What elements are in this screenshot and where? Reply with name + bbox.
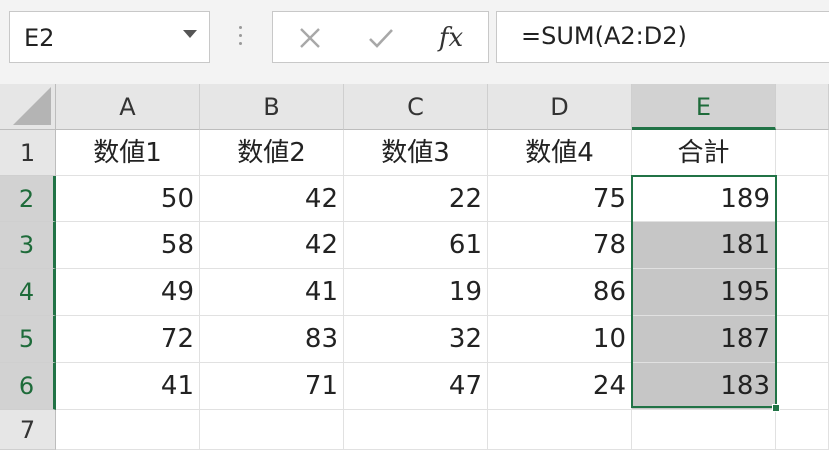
column-header-e[interactable]: E	[632, 84, 776, 130]
formula-bar: E2 fx =SUM(A2:D2)	[0, 0, 829, 84]
cell-c3[interactable]: 61	[344, 222, 488, 269]
cell-c5[interactable]: 32	[344, 316, 488, 363]
formula-buttons: fx	[272, 11, 489, 63]
cell-e5[interactable]: 187	[632, 316, 776, 363]
cell-c6[interactable]: 47	[344, 363, 488, 410]
cell-a3[interactable]: 58	[56, 222, 200, 269]
column-header-d[interactable]: D	[488, 84, 632, 130]
cell-f4[interactable]	[776, 269, 829, 316]
cell-b4[interactable]: 41	[200, 269, 344, 316]
cell-c1[interactable]: 数値3	[344, 130, 488, 176]
cell-e6[interactable]: 183	[632, 363, 776, 410]
cell-d5[interactable]: 10	[488, 316, 632, 363]
column-header-b[interactable]: B	[200, 84, 344, 130]
cell-c2[interactable]: 22	[344, 176, 488, 222]
insert-function-button[interactable]: fx	[431, 20, 471, 56]
name-box-value: E2	[24, 24, 55, 52]
cell-a6[interactable]: 41	[56, 363, 200, 410]
cell-c4[interactable]: 19	[344, 269, 488, 316]
check-icon	[369, 29, 393, 48]
cell-b5[interactable]: 83	[200, 316, 344, 363]
select-all-button[interactable]	[0, 84, 56, 130]
cell-f1[interactable]	[776, 130, 829, 176]
row-header-7[interactable]: 7	[0, 410, 56, 450]
fx-icon: fx	[438, 23, 464, 53]
cell-d6[interactable]: 24	[488, 363, 632, 410]
cell-f5[interactable]	[776, 316, 829, 363]
grip-icon[interactable]	[239, 26, 243, 48]
cell-b3[interactable]: 42	[200, 222, 344, 269]
cell-b6[interactable]: 71	[200, 363, 344, 410]
cell-a5[interactable]: 72	[56, 316, 200, 363]
cell-e1[interactable]: 合計	[632, 130, 776, 176]
column-header-extra[interactable]	[776, 84, 829, 130]
cell-a4[interactable]: 49	[56, 269, 200, 316]
name-box[interactable]: E2	[9, 11, 210, 63]
row-header-2[interactable]: 2	[0, 176, 56, 222]
cell-e3[interactable]: 181	[632, 222, 776, 269]
cell-e2[interactable]: 189	[632, 176, 776, 222]
cell-a1[interactable]: 数値1	[56, 130, 200, 176]
chevron-down-icon[interactable]	[183, 30, 197, 38]
formula-text: =SUM(A2:D2)	[521, 22, 687, 50]
cell-f3[interactable]	[776, 222, 829, 269]
cell-d7[interactable]	[488, 410, 632, 450]
cell-a2[interactable]: 50	[56, 176, 200, 222]
column-header-c[interactable]: C	[344, 84, 488, 130]
cell-d3[interactable]: 78	[488, 222, 632, 269]
cell-f2[interactable]	[776, 176, 829, 222]
formula-input[interactable]: =SUM(A2:D2)	[496, 11, 829, 63]
cell-d1[interactable]: 数値4	[488, 130, 632, 176]
cell-a7[interactable]	[56, 410, 200, 450]
cell-c7[interactable]	[344, 410, 488, 450]
column-header-a[interactable]: A	[56, 84, 200, 130]
cell-f7[interactable]	[776, 410, 829, 450]
cell-d4[interactable]: 86	[488, 269, 632, 316]
excel-window: E2 fx =SUM(A2:D2) A B C D E 1 数値1 数値2 数値…	[0, 0, 829, 450]
cell-b2[interactable]: 42	[200, 176, 344, 222]
row-header-3[interactable]: 3	[0, 222, 56, 269]
cancel-button[interactable]	[290, 20, 330, 56]
cell-f6[interactable]	[776, 363, 829, 410]
cell-d2[interactable]: 75	[488, 176, 632, 222]
cell-e4[interactable]: 195	[632, 269, 776, 316]
enter-button[interactable]	[361, 20, 401, 56]
close-icon	[300, 28, 320, 48]
row-header-1[interactable]: 1	[0, 130, 56, 176]
row-header-5[interactable]: 5	[0, 316, 56, 363]
fill-handle[interactable]	[772, 404, 780, 412]
worksheet-grid: A B C D E 1 数値1 数値2 数値3 数値4 合計 2 50 42 22 75 189 3 58 42 61 7…	[0, 84, 829, 450]
row-header-4[interactable]: 4	[0, 269, 56, 316]
cell-b1[interactable]: 数値2	[200, 130, 344, 176]
cell-e7[interactable]	[632, 410, 776, 450]
cell-b7[interactable]	[200, 410, 344, 450]
select-all-icon	[13, 87, 51, 125]
row-header-6[interactable]: 6	[0, 363, 56, 410]
